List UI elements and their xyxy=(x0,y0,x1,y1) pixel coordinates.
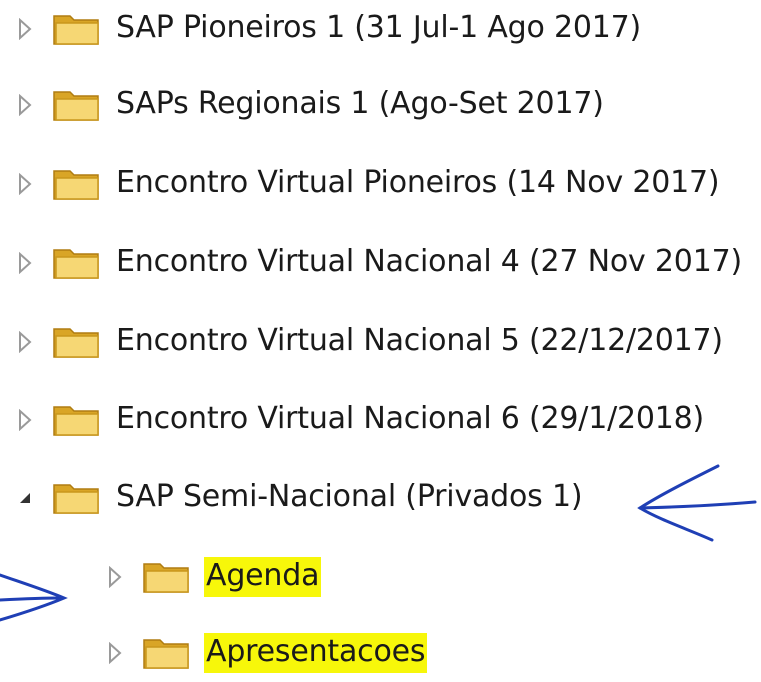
tree-item-encontro-virtual-nacional-5[interactable]: Encontro Virtual Nacional 5 (22/12/2017) xyxy=(14,313,725,371)
tree-item-encontro-virtual-nacional-4[interactable]: Encontro Virtual Nacional 4 (27 Nov 2017… xyxy=(14,234,744,292)
folder-icon xyxy=(142,636,192,670)
tree-item-encontro-virtual-pioneiros[interactable]: Encontro Virtual Pioneiros (14 Nov 2017) xyxy=(14,155,721,213)
collapse-arrow-icon[interactable] xyxy=(14,483,36,513)
expand-arrow-icon[interactable] xyxy=(14,327,36,357)
tree-item-label-highlighted: Agenda xyxy=(204,557,322,597)
folder-icon xyxy=(52,88,102,122)
folder-icon xyxy=(52,246,102,280)
expand-arrow-icon[interactable] xyxy=(14,405,36,435)
tree-item-agenda[interactable]: Agenda xyxy=(104,548,322,606)
tree-item-encontro-virtual-nacional-6[interactable]: Encontro Virtual Nacional 6 (29/1/2018) xyxy=(14,391,706,449)
tree-item-label: Encontro Virtual Nacional 5 (22/12/2017) xyxy=(116,323,723,358)
tree-item-label-highlighted: Apresentacoes xyxy=(204,633,428,673)
folder-icon xyxy=(52,481,102,515)
tree-item-label: Encontro Virtual Nacional 4 (27 Nov 2017… xyxy=(116,244,742,279)
tree-item-label: Encontro Virtual Nacional 6 (29/1/2018) xyxy=(116,401,705,436)
tree-item-sap-pioneiros-1[interactable]: SAP Pioneiros 1 (31 Jul-1 Ago 2017) xyxy=(14,0,643,58)
expand-arrow-icon[interactable] xyxy=(14,169,36,199)
folder-icon xyxy=(52,167,102,201)
folder-tree: SAP Pioneiros 1 (31 Jul-1 Ago 2017) SAPs… xyxy=(0,0,761,673)
tree-item-sap-semi-nacional[interactable]: SAP Semi-Nacional (Privados 1) xyxy=(14,469,584,527)
folder-icon xyxy=(52,325,102,359)
folder-icon xyxy=(142,560,192,594)
expand-arrow-icon[interactable] xyxy=(14,90,36,120)
tree-item-saps-regionais-1[interactable]: SAPs Regionais 1 (Ago-Set 2017) xyxy=(14,76,606,134)
tree-item-label: SAP Pioneiros 1 (31 Jul-1 Ago 2017) xyxy=(116,10,642,45)
expand-arrow-icon[interactable] xyxy=(14,248,36,278)
folder-icon xyxy=(52,403,102,437)
expand-arrow-icon[interactable] xyxy=(104,638,126,668)
expand-arrow-icon[interactable] xyxy=(14,14,36,44)
tree-item-apresentacoes[interactable]: Apresentacoes xyxy=(104,624,428,682)
tree-item-label: SAP Semi-Nacional (Privados 1) xyxy=(116,479,583,514)
tree-item-label: SAPs Regionais 1 (Ago-Set 2017) xyxy=(116,86,604,121)
tree-item-label: Encontro Virtual Pioneiros (14 Nov 2017) xyxy=(116,165,720,200)
folder-icon xyxy=(52,12,102,46)
expand-arrow-icon[interactable] xyxy=(104,562,126,592)
